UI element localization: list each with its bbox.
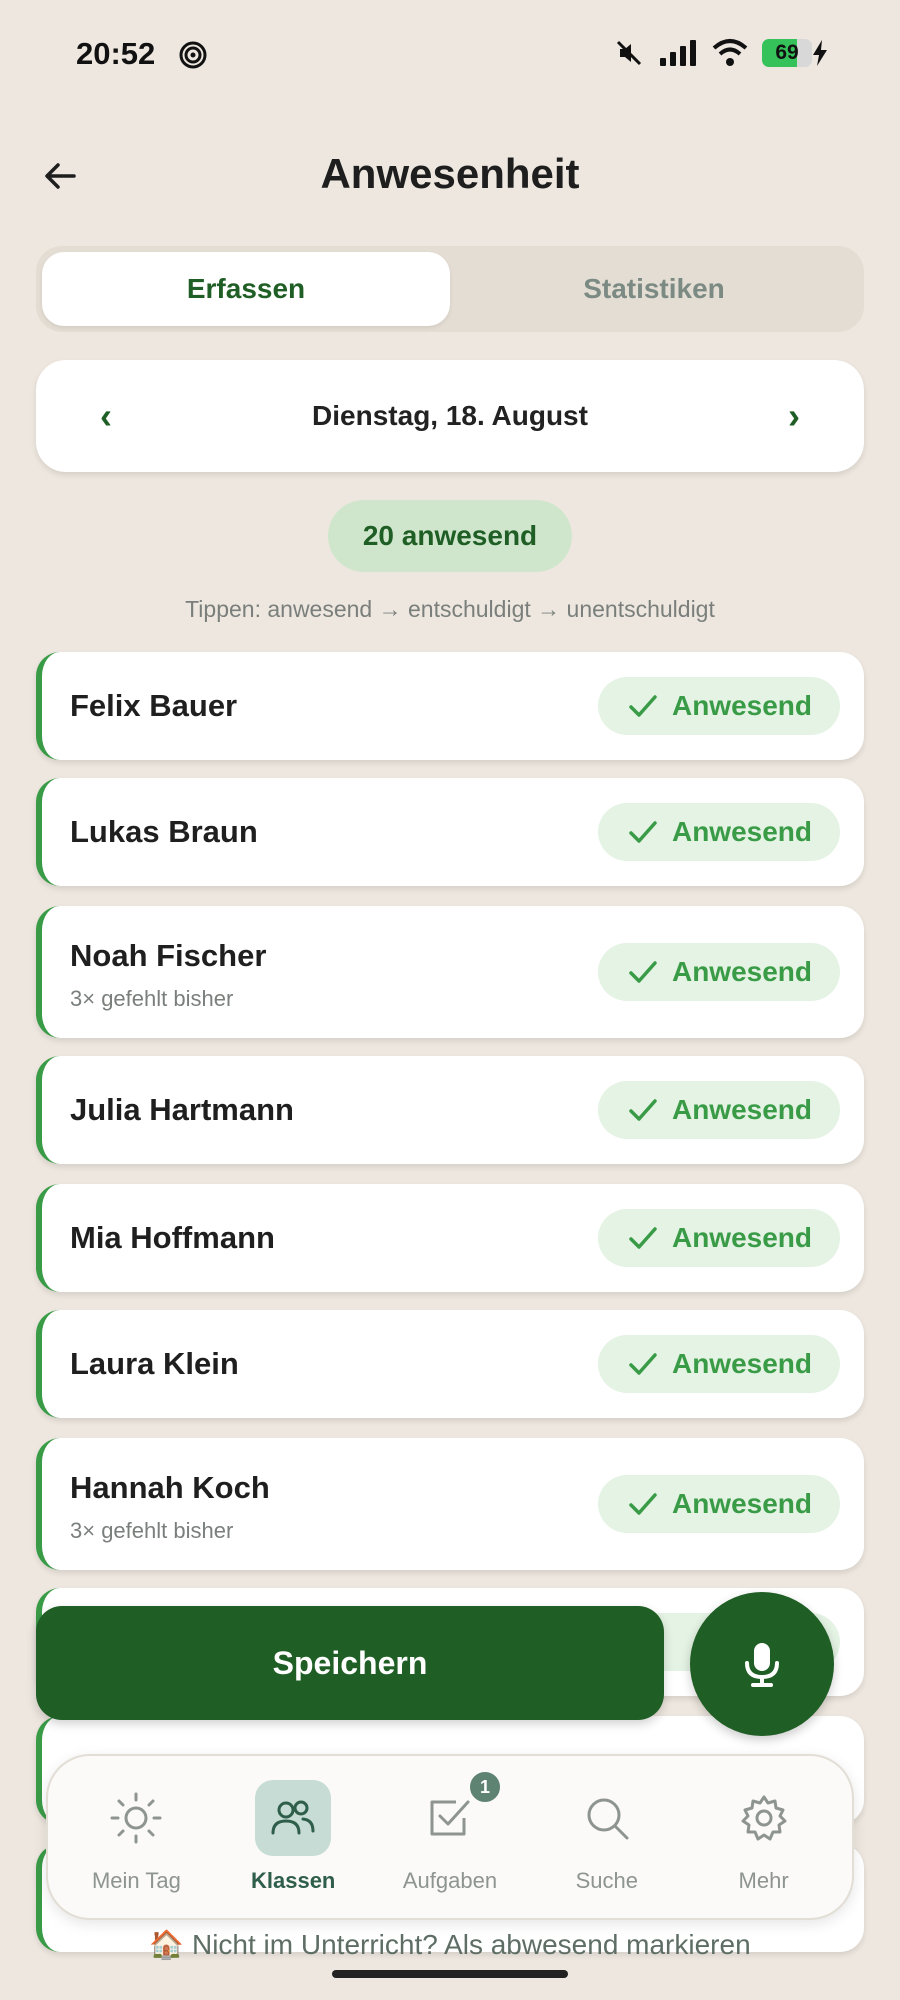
people-icon	[271, 1800, 315, 1835]
previous-day-button[interactable]: ‹	[86, 395, 126, 437]
nav-label: Suche	[575, 1868, 638, 1893]
attendance-status-label: Anwesend	[671, 1488, 813, 1519]
nav-item-aufgaben[interactable]: 1 Aufgaben	[380, 1770, 520, 1894]
nav-item-mein-tag[interactable]: Mein Tag	[66, 1780, 206, 1894]
attendance-status-label: Anwesend	[671, 1222, 813, 1253]
attendance-status-label: Anwesend	[671, 1348, 813, 1379]
microphone-icon	[745, 1643, 779, 1687]
task-count-badge: 1	[467, 1770, 502, 1804]
checkmark-icon	[629, 821, 657, 843]
mute-icon	[616, 40, 642, 66]
tab-erfassen[interactable]: Erfassen	[42, 252, 450, 326]
attendance-status-button[interactable]: Anwesend	[598, 1209, 840, 1267]
attendance-status-button[interactable]: Anwesend	[598, 1081, 840, 1139]
absence-note: 3× gefehlt bisher	[70, 1518, 234, 1543]
checkmark-icon	[629, 1493, 657, 1515]
voice-input-button[interactable]	[690, 1592, 834, 1736]
student-name: Noah Fischer	[70, 938, 267, 973]
bottom-navigation: Mein Tag Klassen 1 Aufgaben Suche Mehr	[46, 1754, 854, 1920]
student-row[interactable]: Noah Fischer 3× gefehlt bisher Anwesend	[36, 906, 864, 1038]
student-name: Felix Bauer	[70, 688, 238, 723]
student-row[interactable]: Felix Bauer Anwesend	[36, 652, 864, 760]
page-title: Anwesenheit	[320, 150, 580, 197]
nav-label: Mein Tag	[91, 1868, 181, 1893]
attendance-status-button[interactable]: Anwesend	[598, 1475, 840, 1533]
segmented-tabs: Erfassen Statistiken	[36, 246, 864, 332]
student-name: Mia Hoffmann	[70, 1220, 275, 1255]
charging-bolt-icon	[813, 40, 827, 66]
save-button[interactable]: Speichern	[36, 1606, 664, 1720]
checkbox-icon	[430, 1800, 470, 1836]
checkmark-icon	[629, 1099, 657, 1121]
checkmark-icon	[629, 961, 657, 983]
student-name: Laura Klein	[70, 1346, 239, 1381]
spiral-icon	[179, 41, 207, 69]
nav-label: Aufgaben	[402, 1868, 498, 1893]
mark-absent-link[interactable]: 🏠 Nicht im Unterricht? Als abwesend mark…	[0, 1928, 900, 1961]
nav-label: Klassen	[250, 1868, 336, 1893]
tab-statistiken[interactable]: Statistiken	[450, 252, 858, 326]
status-time: 20:52	[76, 36, 156, 71]
student-row[interactable]: Mia Hoffmann Anwesend	[36, 1184, 864, 1292]
gear-icon	[741, 1795, 787, 1841]
date-navigator: ‹ Dienstag, 18. August ›	[36, 360, 864, 472]
checkmark-icon	[629, 1353, 657, 1375]
next-day-button[interactable]: ›	[774, 395, 814, 437]
attendance-status-button[interactable]: Anwesend	[598, 677, 840, 735]
nav-item-suche[interactable]: Suche	[537, 1780, 677, 1894]
student-name: Lukas Braun	[70, 814, 258, 849]
student-row[interactable]: Laura Klein Anwesend	[36, 1310, 864, 1418]
battery-percent: 69	[775, 41, 799, 64]
student-row[interactable]: Lukas Braun Anwesend	[36, 778, 864, 886]
student-row[interactable]: Hannah Koch 3× gefehlt bisher Anwesend	[36, 1438, 864, 1570]
nav-item-klassen[interactable]: Klassen	[223, 1780, 363, 1894]
checkmark-icon	[629, 695, 657, 717]
student-name: Julia Hartmann	[70, 1092, 294, 1127]
search-icon	[587, 1798, 629, 1840]
wifi-icon	[712, 39, 748, 66]
attendance-status-label: Anwesend	[671, 956, 813, 987]
attendance-status-button[interactable]: Anwesend	[598, 1335, 840, 1393]
nav-label: Mehr	[738, 1868, 789, 1893]
present-count-badge: 20 anwesend	[328, 500, 572, 572]
signal-icon	[660, 40, 696, 66]
student-row[interactable]: Julia Hartmann Anwesend	[36, 1056, 864, 1164]
attendance-status-button[interactable]: Anwesend	[598, 943, 840, 1001]
attendance-status-button[interactable]: Anwesend	[598, 803, 840, 861]
battery-indicator: 69	[762, 39, 828, 67]
current-date: Dienstag, 18. August	[312, 400, 588, 431]
status-bar: 20:52 69	[0, 0, 900, 110]
home-indicator[interactable]	[332, 1970, 568, 1978]
sun-icon	[110, 1792, 162, 1844]
absence-note: 3× gefehlt bisher	[70, 986, 234, 1011]
student-name: Hannah Koch	[70, 1470, 270, 1505]
attendance-status-label: Anwesend	[671, 816, 813, 847]
status-icons: 69	[614, 38, 828, 68]
attendance-status-label: Anwesend	[671, 1094, 813, 1125]
nav-item-mehr[interactable]: Mehr	[694, 1780, 834, 1894]
tap-hint: Tippen: anwesend → entschuldigt → unents…	[185, 596, 715, 622]
checkmark-icon	[629, 1227, 657, 1249]
attendance-status-label: Anwesend	[671, 690, 813, 721]
